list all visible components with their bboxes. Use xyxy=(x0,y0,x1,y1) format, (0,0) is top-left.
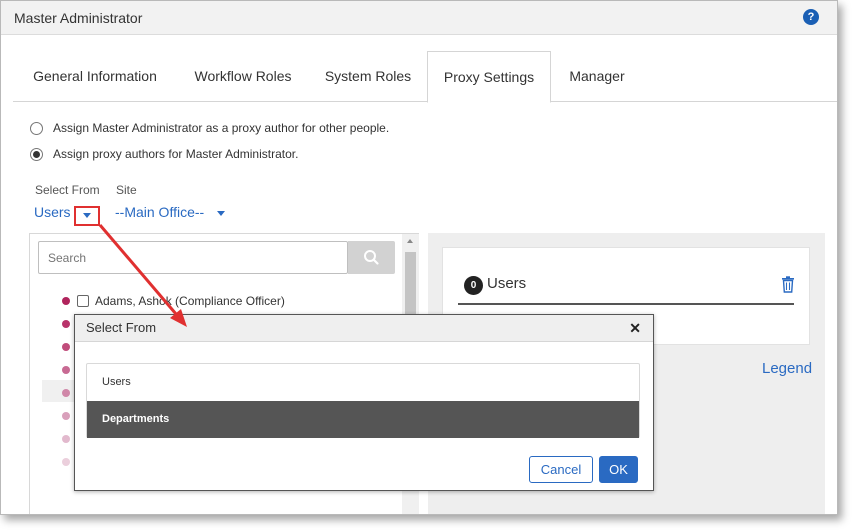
dialog-header: Select From ✕ xyxy=(75,315,653,342)
proxy-option-2[interactable]: Assign proxy authors for Master Administ… xyxy=(30,147,298,161)
proxy-option-2-radio[interactable] xyxy=(30,147,43,161)
site-label: Site xyxy=(116,183,137,197)
option-departments[interactable]: Departments xyxy=(87,401,639,438)
tab-system-roles[interactable]: System Roles xyxy=(309,51,427,102)
proxy-option-2-label: Assign proxy authors for Master Administ… xyxy=(53,147,299,161)
status-dot xyxy=(62,389,70,397)
status-dot xyxy=(62,297,70,305)
users-card-title: Users xyxy=(487,275,527,292)
status-dot xyxy=(62,320,70,328)
person-checkbox[interactable] xyxy=(77,295,89,307)
site-dropdown[interactable]: --Main Office-- xyxy=(115,204,204,220)
site-chevron-down-icon[interactable] xyxy=(217,211,225,216)
tab-general-information[interactable]: General Information xyxy=(13,51,177,102)
select-from-label: Select From xyxy=(35,183,100,197)
proxy-option-1-label: Assign Master Administrator as a proxy a… xyxy=(53,121,390,135)
tab-bar: General Information Workflow Roles Syste… xyxy=(13,51,837,103)
status-dot xyxy=(62,412,70,420)
list-item[interactable]: Adams, Ashok (Compliance Officer) xyxy=(62,294,285,308)
proxy-option-1-radio[interactable] xyxy=(30,121,43,135)
ok-button[interactable]: OK xyxy=(599,456,638,483)
close-icon[interactable]: ✕ xyxy=(629,315,641,341)
legend-link[interactable]: Legend xyxy=(762,360,812,377)
proxy-option-1[interactable]: Assign Master Administrator as a proxy a… xyxy=(30,121,389,135)
search-button[interactable] xyxy=(348,241,395,274)
dialog-title: Select From xyxy=(86,320,157,335)
tab-workflow-roles[interactable]: Workflow Roles xyxy=(177,51,309,102)
select-from-dropdown[interactable]: Users xyxy=(34,204,71,220)
users-count-badge: 0 xyxy=(464,276,483,295)
cancel-button[interactable]: Cancel xyxy=(529,456,593,483)
window-title: Master Administrator xyxy=(14,9,143,26)
status-dot xyxy=(62,458,70,466)
help-icon[interactable]: ? xyxy=(803,9,819,25)
callout-highlight-box xyxy=(74,206,100,226)
select-from-option-list: Users Departments xyxy=(86,363,640,438)
status-dot xyxy=(62,343,70,351)
select-from-dialog: Select From ✕ Users Departments Cancel O… xyxy=(74,314,654,491)
title-bar: Master Administrator ? xyxy=(1,1,837,35)
search-icon xyxy=(364,250,379,265)
users-divider xyxy=(458,303,794,305)
search-input[interactable] xyxy=(38,241,348,274)
tab-proxy-settings[interactable]: Proxy Settings xyxy=(427,51,551,103)
status-dot xyxy=(62,366,70,374)
status-dot xyxy=(62,435,70,443)
option-users[interactable]: Users xyxy=(87,364,639,401)
tab-manager[interactable]: Manager xyxy=(551,51,643,102)
person-name: Adams, Ashok (Compliance Officer) xyxy=(95,294,285,308)
trash-icon[interactable] xyxy=(781,276,795,293)
scroll-up-icon[interactable] xyxy=(407,239,413,243)
